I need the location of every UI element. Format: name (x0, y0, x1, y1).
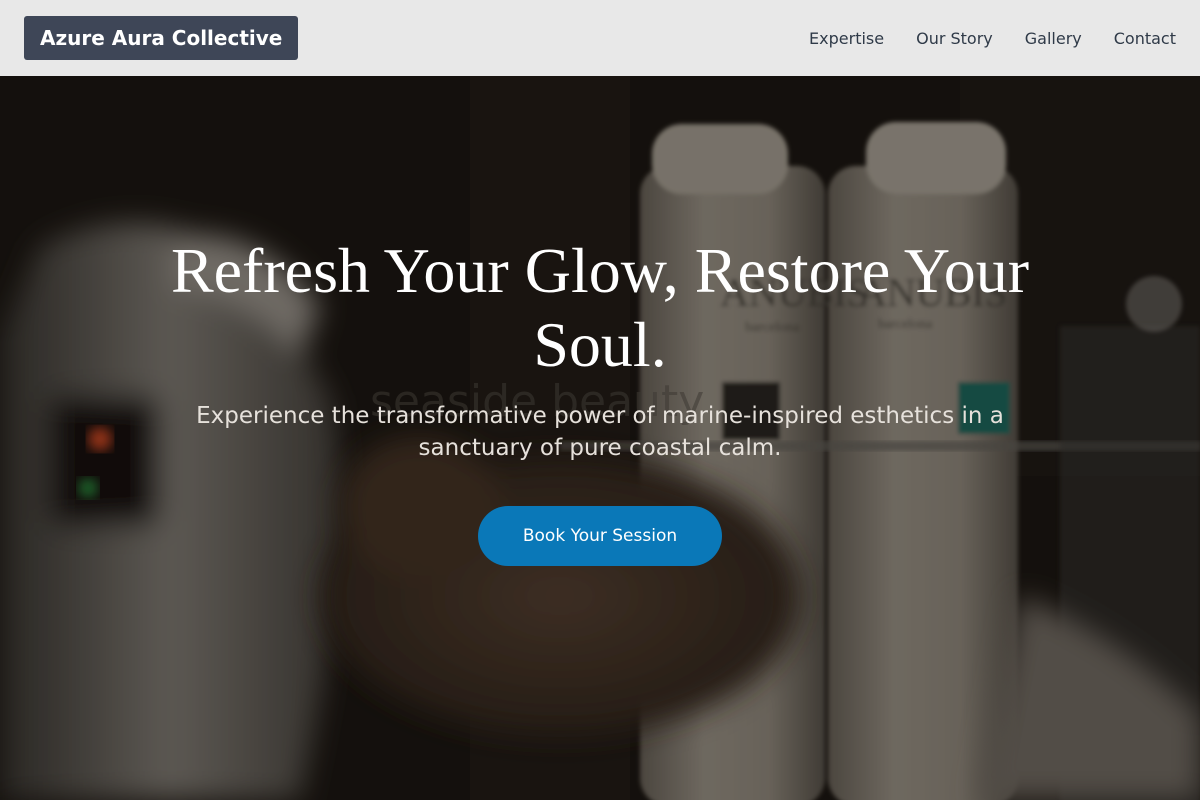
nav-link-our-story[interactable]: Our Story (916, 29, 993, 48)
hero-subtitle: Experience the transformative power of m… (196, 403, 1004, 461)
brand-logo[interactable]: Azure Aura Collective (24, 16, 299, 60)
hero-section: ANUBIS barcelona ANUBIS barcelona seasid… (0, 76, 1200, 800)
main-nav: Expertise Our Story Gallery Contact (809, 29, 1176, 48)
nav-link-expertise[interactable]: Expertise (809, 29, 884, 48)
book-session-button[interactable]: Book Your Session (478, 506, 722, 566)
hero-content: Refresh Your Glow, Restore Your Soul. Ex… (0, 76, 1200, 800)
hero-title: Refresh Your Glow, Restore Your Soul. (170, 235, 1030, 380)
nav-link-contact[interactable]: Contact (1114, 29, 1176, 48)
nav-link-gallery[interactable]: Gallery (1025, 29, 1082, 48)
site-header: Azure Aura Collective Expertise Our Stor… (0, 0, 1200, 76)
